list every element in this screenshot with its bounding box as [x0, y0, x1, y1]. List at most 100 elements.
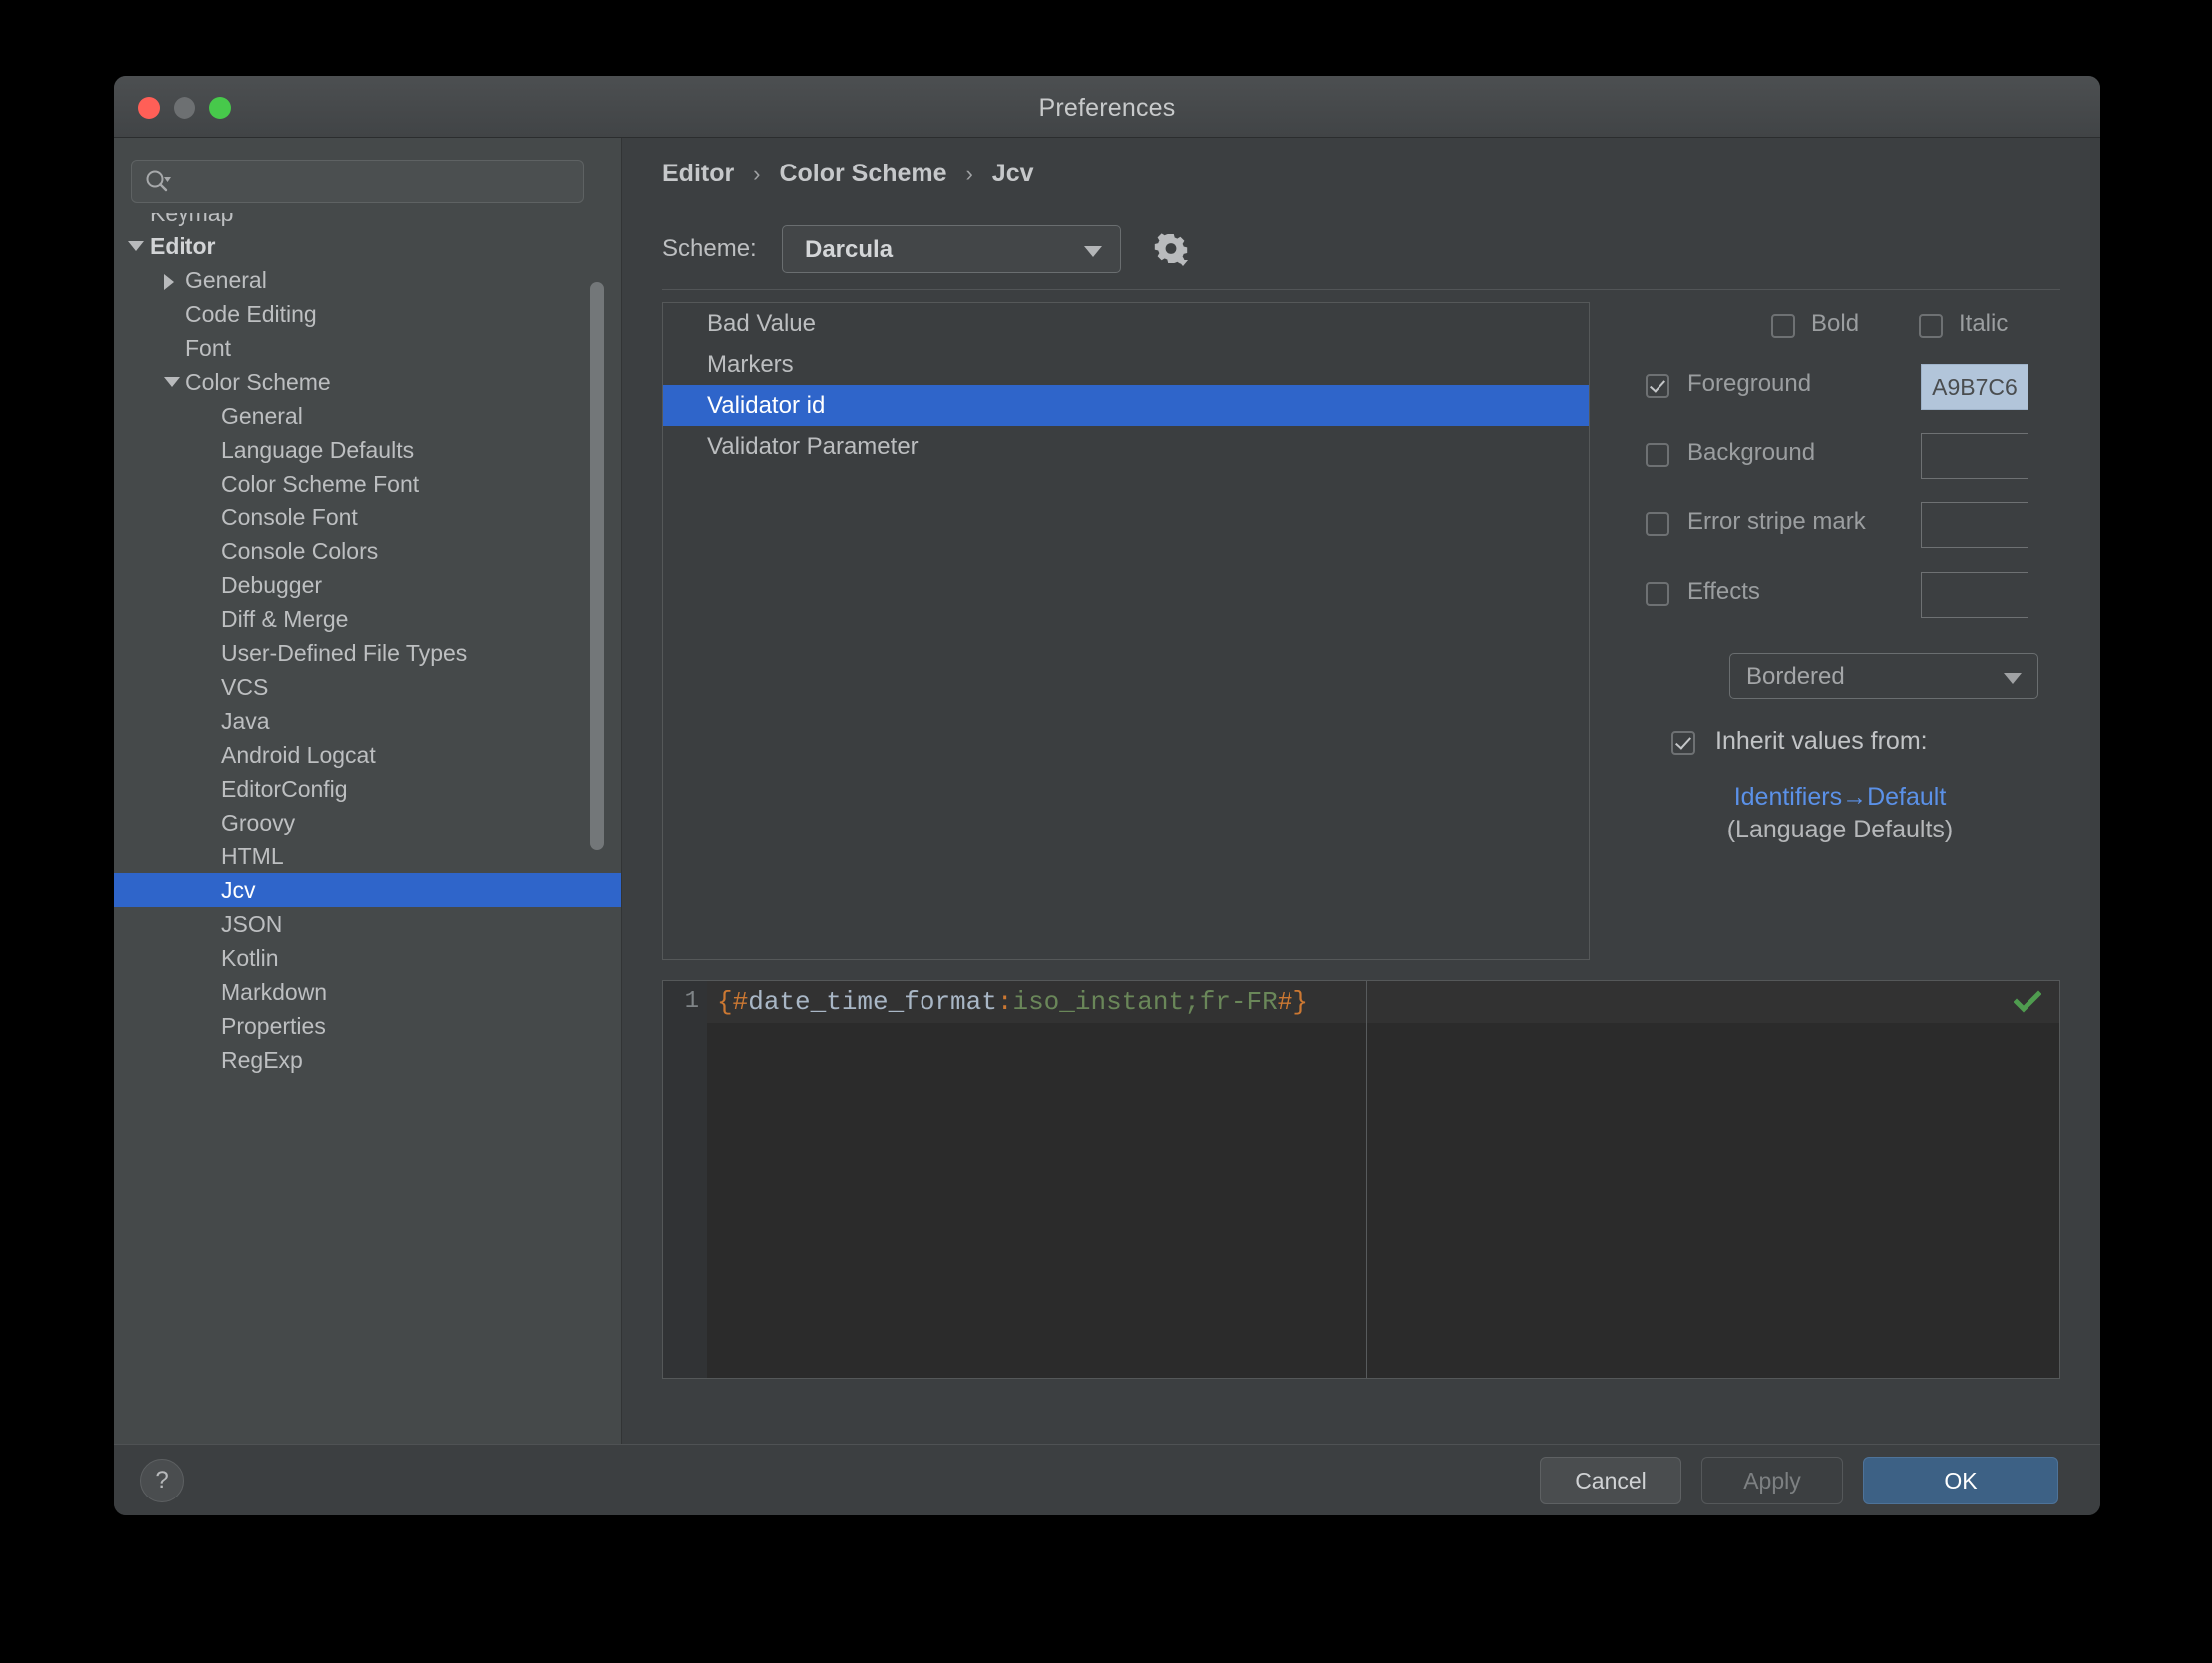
breadcrumb-separator-2: ›: [965, 162, 973, 186]
sidebar-item-label: Diff & Merge: [221, 606, 349, 632]
checkmark-icon: [2013, 990, 2042, 1014]
cancel-button[interactable]: Cancel: [1540, 1457, 1681, 1504]
code-token-value: ;fr-FR: [1184, 987, 1278, 1017]
sidebar-item-label: Jcv: [221, 877, 256, 903]
window-body: Keymap Editor General Code Editing Font Color…: [114, 138, 2100, 1444]
sidebar-item-jcv[interactable]: Jcv: [114, 873, 621, 907]
scheme-selected-value: Darcula: [805, 236, 894, 263]
search-field[interactable]: [131, 160, 584, 204]
code-token-value: iso_instant: [1012, 987, 1185, 1017]
scheme-dropdown[interactable]: Darcula: [782, 225, 1121, 273]
search-input[interactable]: [182, 161, 579, 204]
sidebar-item-color-scheme[interactable]: Color Scheme: [114, 365, 621, 399]
gear-icon[interactable]: [1151, 229, 1193, 271]
sidebar-scrollbar-thumb[interactable]: [590, 282, 604, 850]
error-stripe-mark-checkbox[interactable]: [1646, 512, 1669, 536]
error-stripe-mark-label: Error stripe mark: [1687, 508, 1866, 535]
chevron-down-icon[interactable]: [128, 241, 144, 251]
code-token-brace: :: [996, 987, 1013, 1017]
sidebar-item-font[interactable]: Font: [114, 331, 621, 365]
sidebar-item-code-editing[interactable]: Code Editing: [114, 297, 621, 331]
chevron-down-icon[interactable]: [164, 377, 180, 387]
sidebar-item-html[interactable]: HTML: [114, 839, 621, 873]
sidebar-item-properties[interactable]: Properties: [114, 1009, 621, 1043]
sidebar-item-regexp[interactable]: RegExp: [114, 1043, 621, 1077]
right-margin-guide: [1366, 981, 1367, 1378]
sidebar-item-label: Console Colors: [221, 538, 379, 564]
window-titlebar: Preferences: [114, 76, 2100, 138]
sidebar-item-label: HTML: [221, 843, 284, 869]
sidebar-item-label: Color Scheme Font: [221, 471, 420, 497]
sidebar-item-java[interactable]: Java: [114, 704, 621, 738]
sidebar-item-keymap[interactable]: Keymap: [114, 213, 621, 229]
code-preview[interactable]: 1 {#date_time_format:iso_instant;fr-FR#}: [662, 980, 2060, 1379]
breadcrumb-item-editor[interactable]: Editor: [662, 160, 734, 187]
sidebar-item-general[interactable]: General: [114, 263, 621, 297]
sidebar-item-diff-merge[interactable]: Diff & Merge: [114, 602, 621, 636]
sidebar-item-groovy[interactable]: Groovy: [114, 806, 621, 839]
sidebar-item-label: Groovy: [221, 810, 296, 835]
effects-label: Effects: [1687, 578, 1760, 605]
line-number: 1: [684, 988, 699, 1015]
color-settings-list: Bad Value Markers Validator id Validator Pa…: [662, 302, 1590, 960]
sidebar-item-vcs[interactable]: VCS: [114, 670, 621, 704]
sidebar-item-label: Editor: [150, 233, 216, 259]
chevron-right-icon[interactable]: [164, 274, 174, 290]
sidebar-item-console-font[interactable]: Console Font: [114, 500, 621, 534]
sidebar-item-label: General: [221, 403, 303, 429]
settings-main-panel: Editor › Color Scheme › Jcv Scheme: Darc…: [622, 138, 2100, 1444]
sidebar-item-kotlin[interactable]: Kotlin: [114, 941, 621, 975]
breadcrumb: Editor › Color Scheme › Jcv: [662, 160, 1034, 188]
breadcrumb-item-color-scheme[interactable]: Color Scheme: [779, 160, 946, 187]
sidebar-item-markdown[interactable]: Markdown: [114, 975, 621, 1009]
sidebar-item-editorconfig[interactable]: EditorConfig: [114, 772, 621, 806]
dialog-footer: ? Cancel Apply OK: [114, 1444, 2100, 1515]
scheme-label: Scheme:: [662, 235, 757, 262]
effects-color-swatch[interactable]: [1921, 572, 2028, 618]
bold-checkbox[interactable]: [1771, 314, 1795, 338]
sidebar-item-label: Code Editing: [185, 301, 317, 327]
error-stripe-mark-swatch[interactable]: [1921, 502, 2028, 548]
breadcrumb-item-jcv[interactable]: Jcv: [992, 160, 1034, 187]
search-icon: [145, 169, 171, 195]
inherit-values-checkbox[interactable]: [1671, 731, 1695, 755]
sidebar-item-label: EditorConfig: [221, 776, 348, 802]
inherit-source-sublabel: (Language Defaults): [1726, 816, 1954, 843]
sidebar-item-general[interactable]: General: [114, 399, 621, 433]
color-setting-item[interactable]: Markers: [663, 344, 1589, 385]
preview-code-line[interactable]: {#date_time_format:iso_instant;fr-FR#}: [717, 981, 1308, 1023]
sidebar-item-label: Font: [185, 335, 232, 361]
sidebar-item-debugger[interactable]: Debugger: [114, 568, 621, 602]
sidebar-item-user-defined-file-types[interactable]: User-Defined File Types: [114, 636, 621, 670]
foreground-color-swatch[interactable]: A9B7C6: [1921, 364, 2028, 410]
inherit-source-link[interactable]: Identifiers→Default: [1620, 783, 2060, 812]
background-checkbox[interactable]: [1646, 443, 1669, 467]
help-button[interactable]: ?: [140, 1459, 184, 1502]
sidebar-item-json[interactable]: JSON: [114, 907, 621, 941]
effect-type-value: Bordered: [1746, 663, 1845, 690]
sidebar-item-label: General: [185, 267, 267, 293]
background-color-swatch[interactable]: [1921, 433, 2028, 479]
window-title: Preferences: [1038, 94, 1176, 122]
editor-gutter: [663, 981, 707, 1378]
italic-checkbox[interactable]: [1919, 314, 1943, 338]
ok-button[interactable]: OK: [1863, 1457, 2058, 1504]
sidebar-item-android-logcat[interactable]: Android Logcat: [114, 738, 621, 772]
sidebar-item-editor[interactable]: Editor: [114, 229, 621, 263]
sidebar-item-language-defaults[interactable]: Language Defaults: [114, 433, 621, 467]
color-setting-item[interactable]: Validator Parameter: [663, 426, 1589, 467]
apply-button[interactable]: Apply: [1701, 1457, 1843, 1504]
sidebar-item-label: JSON: [221, 911, 283, 937]
effect-type-dropdown[interactable]: Bordered: [1729, 653, 2038, 699]
settings-sidebar: Keymap Editor General Code Editing Font Color…: [114, 138, 622, 1444]
foreground-checkbox[interactable]: [1646, 374, 1669, 398]
color-setting-item[interactable]: Bad Value: [663, 303, 1589, 344]
sidebar-item-color-scheme-font[interactable]: Color Scheme Font: [114, 467, 621, 500]
sidebar-item-label: Properties: [221, 1013, 326, 1039]
breadcrumb-separator-1: ›: [753, 162, 761, 186]
sidebar-item-console-colors[interactable]: Console Colors: [114, 534, 621, 568]
effects-checkbox[interactable]: [1646, 582, 1669, 606]
sidebar-item-label: Markdown: [221, 979, 328, 1005]
color-setting-item[interactable]: Validator id: [663, 385, 1589, 426]
settings-tree: Keymap Editor General Code Editing Font Color…: [114, 213, 621, 1444]
